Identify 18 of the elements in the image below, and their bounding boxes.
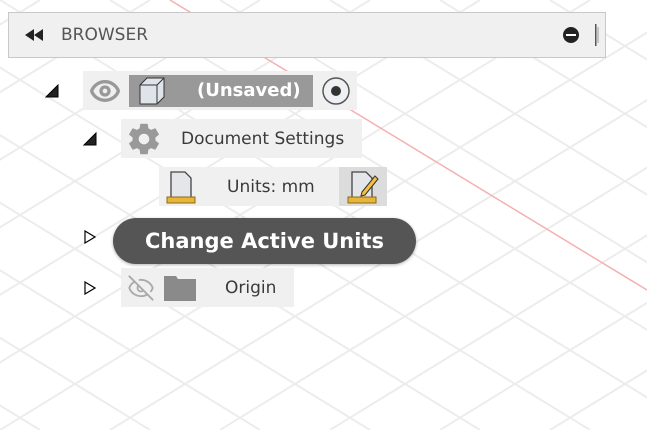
tooltip: Change Active Units (113, 218, 416, 264)
tree-item[interactable]: Document Settings (121, 119, 362, 158)
edit-document-icon (346, 170, 380, 204)
folder-icon (163, 274, 197, 302)
edit-units-button[interactable] (338, 167, 387, 206)
collapse-arrows-icon[interactable] (25, 29, 45, 41)
tree-item[interactable]: Units: mm (159, 167, 387, 206)
radio-button[interactable] (320, 76, 351, 106)
gear-icon (127, 122, 161, 156)
expanded-triangle-icon[interactable] (45, 84, 59, 98)
collapsed-triangle-icon[interactable] (83, 230, 97, 244)
cube-icon (137, 76, 167, 106)
resize-handle-icon[interactable] (595, 24, 599, 46)
minimize-icon[interactable] (563, 27, 579, 43)
collapsed-triangle-icon[interactable] (83, 280, 97, 294)
tree-item[interactable]: Origin (121, 268, 294, 307)
expanded-triangle-icon[interactable] (83, 132, 97, 146)
panel-title: BROWSER (61, 25, 150, 45)
